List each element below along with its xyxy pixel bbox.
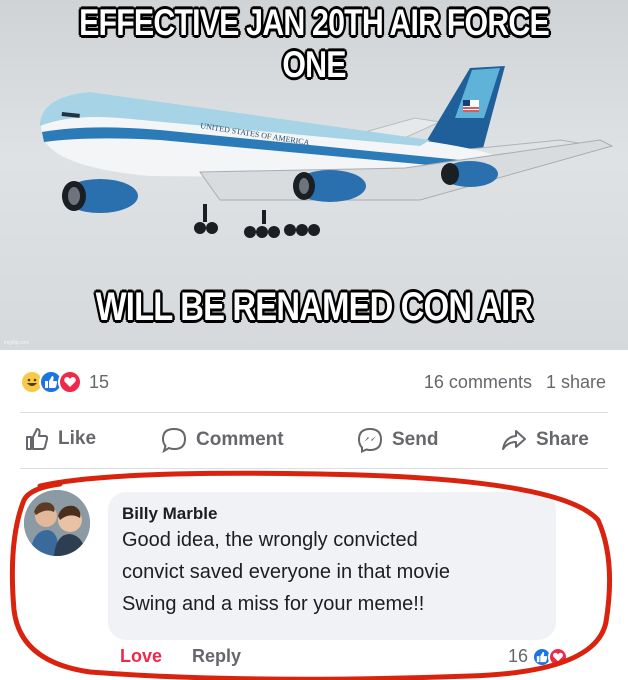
comment-author[interactable]: Billy Marble bbox=[122, 504, 542, 524]
avatar[interactable] bbox=[24, 490, 90, 556]
comment-bubble: Billy Marble Good idea, the wrongly conv… bbox=[108, 492, 556, 640]
watermark: imgflip.com bbox=[4, 340, 30, 346]
like-label: Like bbox=[58, 428, 97, 449]
comment-label: Comment bbox=[196, 429, 284, 450]
avatar-photo bbox=[24, 490, 90, 556]
comment-love-button[interactable]: Love bbox=[120, 646, 162, 667]
comment-reply-button[interactable]: Reply bbox=[192, 646, 241, 667]
divider bbox=[20, 468, 608, 469]
love-icon bbox=[548, 646, 569, 667]
comment-text-line-1: Good idea, the wrongly convicted bbox=[122, 529, 418, 551]
comment-text-line-3: Swing and a miss for your meme!! bbox=[122, 593, 425, 615]
comment-reaction-summary[interactable]: 16 bbox=[508, 646, 569, 667]
share-arrow-icon bbox=[502, 430, 526, 450]
comment-bubble-icon bbox=[161, 427, 187, 454]
comment-text-line-2: convict saved everyone in that movie bbox=[122, 561, 450, 583]
meme-top-caption: EFFECTIVE JAN 20TH AIR FORCE ONE bbox=[79, 2, 550, 85]
share-label: Share bbox=[536, 429, 589, 450]
love-icon bbox=[58, 370, 82, 394]
thumbs-up-icon bbox=[26, 428, 49, 450]
send-button[interactable]: Send bbox=[356, 426, 438, 454]
like-button[interactable]: Like bbox=[24, 426, 96, 452]
comment: Billy Marble Good idea, the wrongly conv… bbox=[0, 470, 628, 680]
post-stats: 15 16 comments 1 share bbox=[0, 362, 628, 404]
send-label: Send bbox=[392, 429, 439, 450]
comment-reaction-count: 16 bbox=[508, 646, 529, 666]
comment-button[interactable]: Comment bbox=[160, 426, 284, 454]
meme-bottom-caption: WILL BE RENAMED CON AIR bbox=[95, 285, 534, 329]
meme-image[interactable]: UNITED STATES OF AMERICA EFFECTIVE JAN 2… bbox=[0, 0, 628, 350]
reaction-summary[interactable]: 15 bbox=[20, 370, 109, 394]
post-action-bar: Like Comment Send Share bbox=[0, 420, 628, 464]
divider bbox=[20, 412, 608, 413]
shares-count[interactable]: 1 share bbox=[546, 372, 606, 393]
messenger-icon bbox=[357, 427, 383, 454]
reaction-count: 15 bbox=[89, 371, 110, 392]
comments-count[interactable]: 16 comments bbox=[424, 372, 532, 393]
share-button[interactable]: Share bbox=[500, 426, 589, 454]
